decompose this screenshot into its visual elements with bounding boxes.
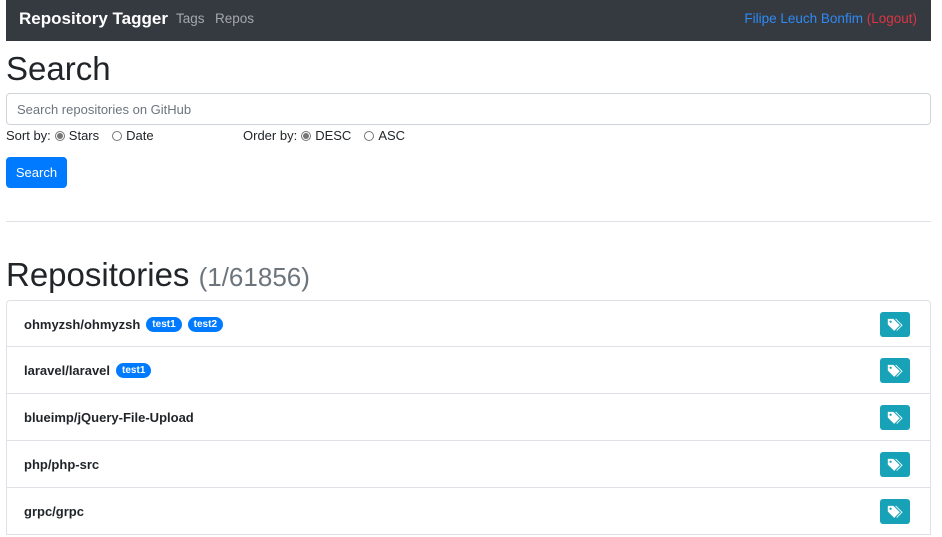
navbar: Repository Tagger Tags Repos Filipe Leuc… [6, 0, 931, 41]
repo-name[interactable]: blueimp/jQuery-File-Upload [24, 410, 194, 425]
repo-name-text[interactable]: grpc/grpc [24, 504, 84, 519]
sort-date-label: Date [126, 128, 154, 143]
tag-repo-button[interactable] [880, 312, 910, 337]
nav-link-repos[interactable]: Repos [215, 11, 254, 26]
list-item: grpc/grpc [6, 488, 931, 535]
order-asc-radio[interactable] [364, 130, 375, 141]
user-area: Filipe Leuch Bonfim (Logout) [744, 11, 917, 26]
repo-name-text[interactable]: ohmyzsh/ohmyzsh [24, 317, 140, 332]
order-asc-label: ASC [378, 128, 406, 143]
sort-option-date[interactable]: Date [112, 128, 154, 143]
user-name-link[interactable]: Filipe Leuch Bonfim [744, 11, 863, 26]
sort-date-radio[interactable] [112, 130, 123, 141]
search-button[interactable]: Search [6, 157, 67, 188]
list-item: laravel/laravel test1 [6, 347, 931, 394]
repo-name[interactable]: laravel/laravel test1 [24, 363, 152, 378]
list-item: blueimp/jQuery-File-Upload [6, 394, 931, 441]
repo-name[interactable]: grpc/grpc [24, 504, 84, 519]
page-title: Search [6, 50, 111, 87]
order-option-desc[interactable]: DESC [301, 128, 351, 143]
repositories-title: Repositories (1/61856) [6, 255, 310, 297]
repo-name-text[interactable]: php/php-src [24, 457, 99, 472]
order-options: Order by: DESC ASC [243, 128, 418, 143]
nav-link-tags[interactable]: Tags [176, 11, 205, 26]
tag-badge: test1 [146, 317, 182, 332]
tag-repo-button[interactable] [880, 452, 910, 477]
repository-list: ohmyzsh/ohmyzsh test1 test2 laravel/laravel… [6, 300, 931, 535]
tag-repo-button[interactable] [880, 499, 910, 524]
tags-icon [887, 505, 903, 518]
tag-badge: test1 [116, 363, 152, 378]
sort-stars-radio[interactable] [54, 130, 65, 141]
search-input[interactable] [6, 93, 931, 125]
repositories-title-text: Repositories [6, 256, 190, 293]
list-item: ohmyzsh/ohmyzsh test1 test2 [6, 300, 931, 347]
logout-link[interactable]: (Logout) [867, 11, 917, 26]
divider [6, 221, 931, 222]
tags-icon [887, 458, 903, 471]
sort-options: Sort by: Stars Date [6, 128, 167, 143]
order-desc-label: DESC [315, 128, 352, 143]
tags-icon [887, 364, 903, 377]
sort-label: Sort by: [6, 128, 51, 143]
tags-icon [887, 318, 903, 331]
tags-icon [887, 411, 903, 424]
navbar-brand[interactable]: Repository Tagger [19, 9, 168, 29]
order-option-asc[interactable]: ASC [364, 128, 405, 143]
repo-name-text[interactable]: laravel/laravel [24, 363, 110, 378]
repo-name[interactable]: ohmyzsh/ohmyzsh test1 test2 [24, 317, 224, 332]
tag-repo-button[interactable] [880, 358, 910, 383]
repo-name[interactable]: php/php-src [24, 457, 99, 472]
list-item: php/php-src [6, 441, 931, 488]
tag-badge: test2 [187, 317, 224, 332]
sort-option-stars[interactable]: Stars [54, 128, 100, 143]
repositories-counter: (1/61856) [198, 262, 310, 292]
tag-repo-button[interactable] [880, 405, 910, 430]
sort-stars-label: Stars [68, 128, 100, 143]
repo-name-text[interactable]: blueimp/jQuery-File-Upload [24, 410, 194, 425]
order-desc-radio[interactable] [301, 130, 312, 141]
order-label: Order by: [243, 128, 298, 143]
